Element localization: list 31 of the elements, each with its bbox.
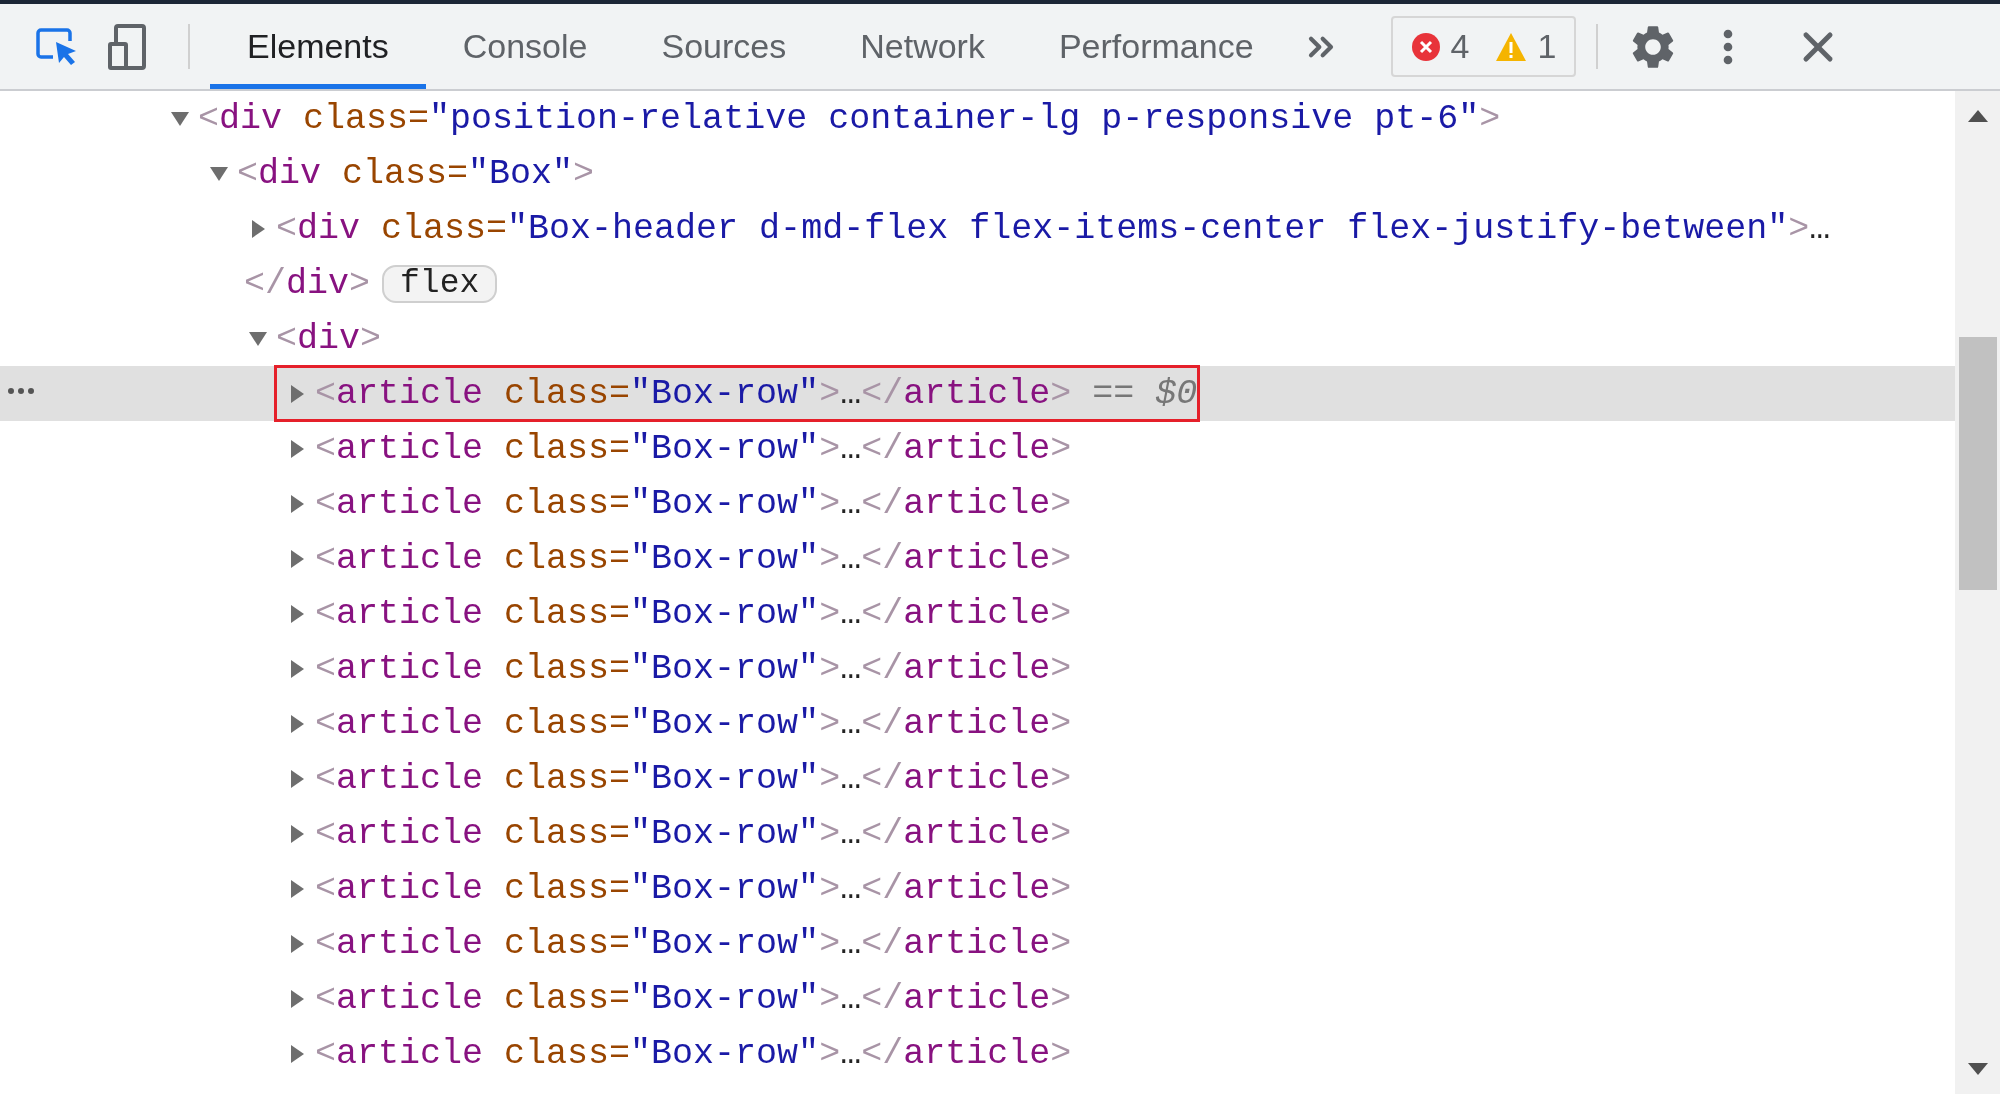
dom-node-line[interactable]: <article class="Box-row">…</article> bbox=[315, 867, 1072, 910]
warning-icon bbox=[1495, 31, 1528, 62]
scrollbar-thumb[interactable] bbox=[1958, 337, 1997, 590]
dom-node-line[interactable]: <article class="Box-row">…</article> bbox=[315, 482, 1072, 525]
dom-node-line[interactable]: <div class="position-relative container-lg p-responsive pt-6"> bbox=[198, 97, 1501, 140]
dom-node-line[interactable]: <article class="Box-row">…</article> bbox=[315, 647, 1072, 690]
panel-tab[interactable]: Elements bbox=[210, 4, 426, 89]
error-icon bbox=[1410, 31, 1441, 62]
dom-node-line[interactable]: <article class="Box-row">…</article> bbox=[315, 922, 1072, 965]
panel-tab[interactable]: Performance bbox=[1021, 4, 1291, 89]
dom-node-line[interactable]: <div class="Box"> bbox=[237, 152, 595, 195]
dom-node-line[interactable]: <article class="Box-row">…</article> bbox=[315, 812, 1072, 855]
dom-node-line[interactable]: <article class="Box-row">…</article> bbox=[315, 702, 1072, 745]
issues-counter[interactable]: 4 1 bbox=[1390, 16, 1577, 77]
dom-node-line[interactable]: <article class="Box-row">…</article> bbox=[315, 757, 1072, 800]
scroll-up-icon[interactable] bbox=[1966, 109, 1989, 123]
dom-node-line[interactable]: <article class="Box-row">…</article> bbox=[315, 1032, 1072, 1075]
dom-node-line[interactable]: <article class="Box-row">…</article> bbox=[315, 427, 1072, 470]
more-options-icon[interactable] bbox=[6, 386, 36, 396]
dom-node-line[interactable]: <div class="Box-header d-md-flex flex-items-center flex-justify-between">… bbox=[276, 207, 1831, 250]
dom-node-line[interactable]: <div> bbox=[276, 317, 382, 360]
panel-tab[interactable]: Network bbox=[823, 4, 1022, 89]
flex-badge[interactable]: flex bbox=[382, 264, 498, 303]
dom-node-line[interactable]: </div> bbox=[244, 262, 371, 305]
dom-node-line[interactable]: <article class="Box-row">…</article> bbox=[315, 592, 1072, 635]
panel-tab[interactable]: Sources bbox=[624, 4, 824, 89]
dom-node-line[interactable]: <article class="Box-row">…</article> bbox=[315, 977, 1072, 1020]
dom-node-line[interactable]: <article class="Box-row">…</article> bbox=[315, 537, 1072, 580]
panel-tab[interactable]: Console bbox=[425, 4, 625, 89]
scroll-down-icon[interactable] bbox=[1966, 1062, 1989, 1076]
dom-node-line[interactable]: <article class="Box-row">…</article> == $0 bbox=[315, 372, 1198, 415]
